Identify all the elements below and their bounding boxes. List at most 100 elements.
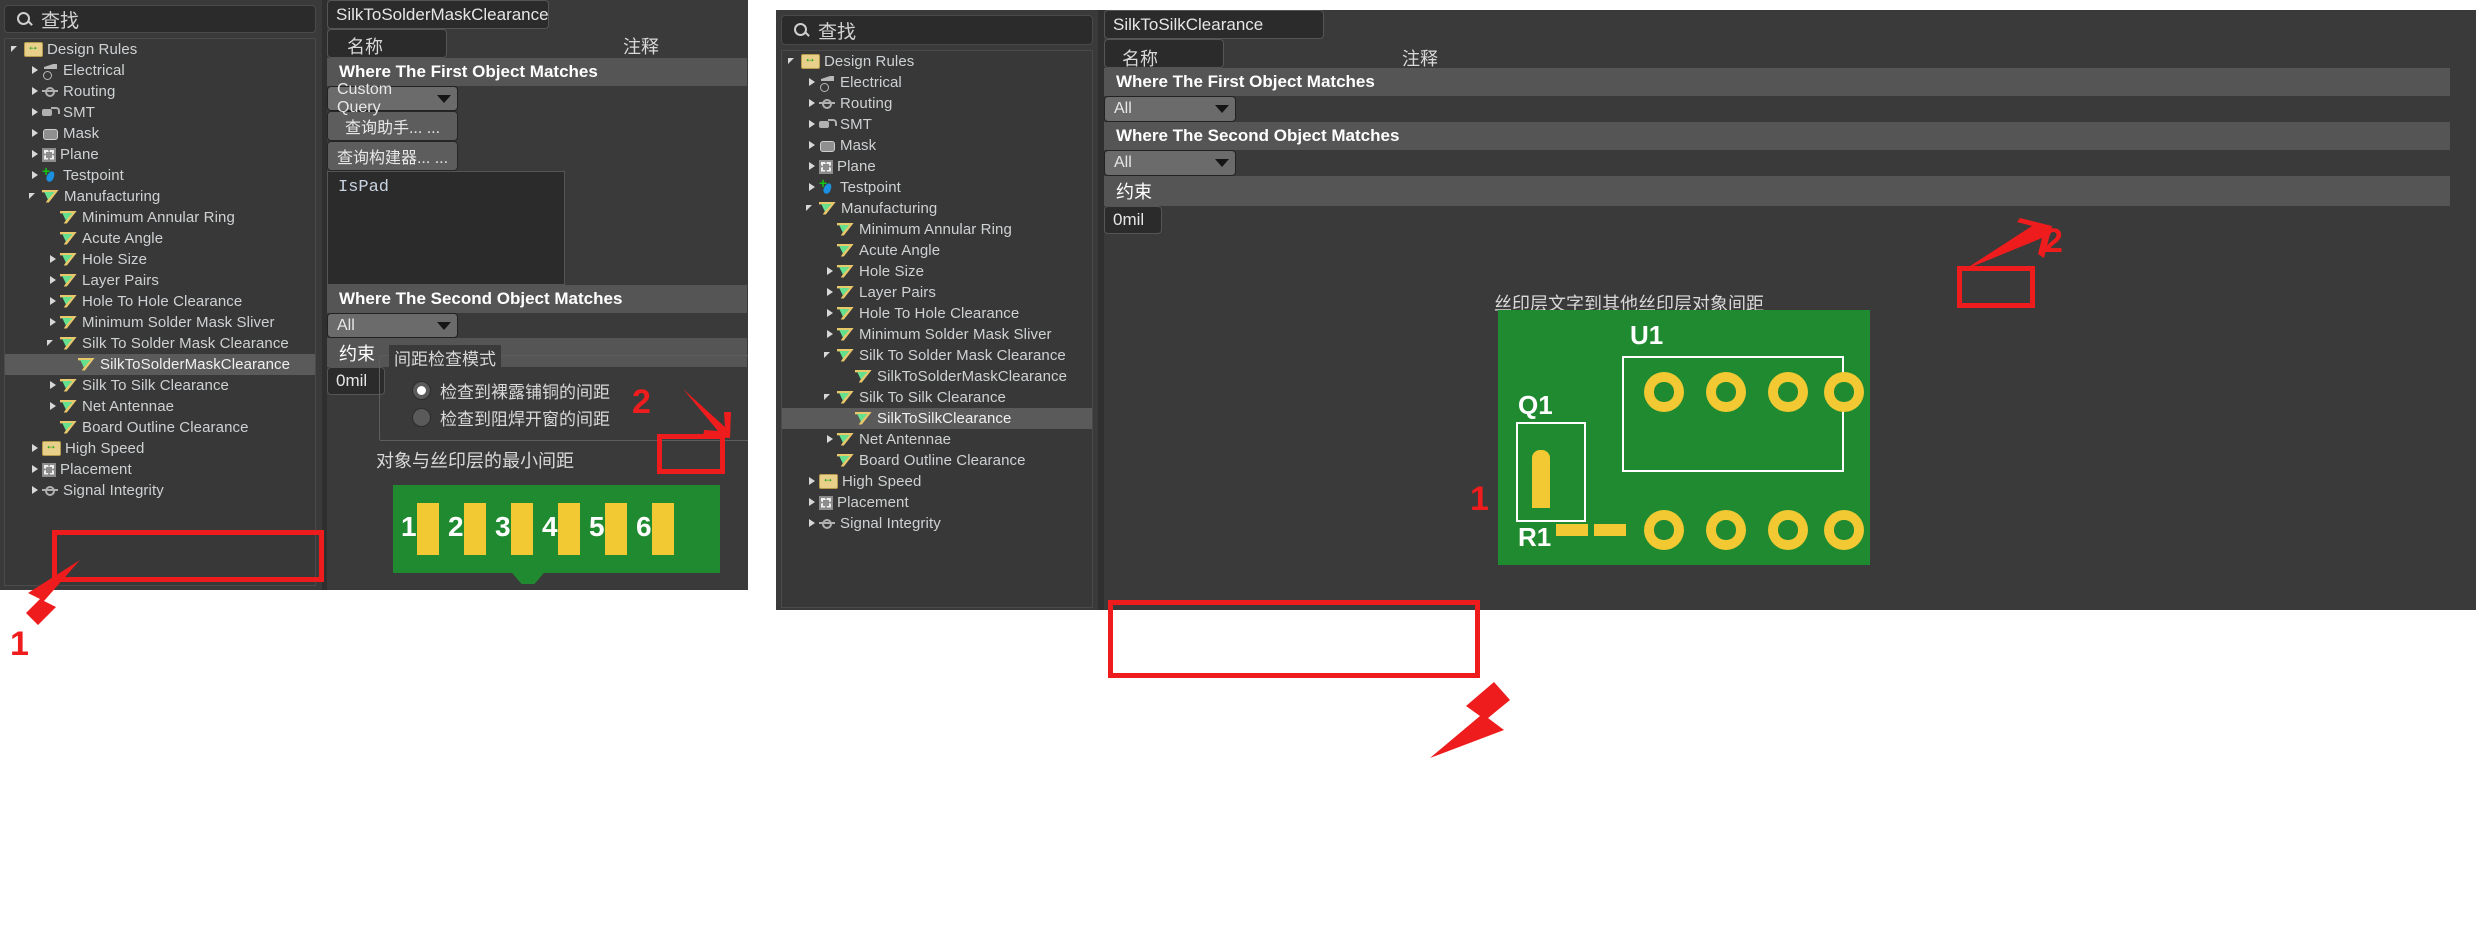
- second-object-scope-left[interactable]: All: [327, 313, 458, 338]
- expander-closed-icon[interactable]: [47, 401, 58, 412]
- expander-closed-icon[interactable]: [29, 86, 40, 97]
- expander-open-icon[interactable]: [824, 392, 835, 403]
- expander-closed-icon[interactable]: [806, 119, 817, 130]
- tree-item-hole-to-hole-clearance[interactable]: Hole To Hole Clearance: [782, 303, 1092, 324]
- tree-item-minimum-annular-ring[interactable]: Minimum Annular Ring: [782, 219, 1092, 240]
- tree-item-layer-pairs[interactable]: Layer Pairs: [5, 270, 315, 291]
- tree-item-routing[interactable]: Routing: [782, 93, 1092, 114]
- tree-item-silk-to-silk-clearance[interactable]: Silk To Silk Clearance: [5, 375, 315, 396]
- radio-row-mask-opening-left[interactable]: 检查到阻焊开窗的间距: [412, 405, 610, 430]
- tree-item-plane[interactable]: Plane: [5, 144, 315, 165]
- tree-item-electrical[interactable]: Electrical: [5, 60, 315, 81]
- tree-item-minimum-solder-mask-sliver[interactable]: Minimum Solder Mask Sliver: [782, 324, 1092, 345]
- expander-open-icon[interactable]: [29, 191, 40, 202]
- expander-closed-icon[interactable]: [806, 497, 817, 508]
- expander-closed-icon[interactable]: [806, 98, 817, 109]
- expander-closed-icon[interactable]: [806, 182, 817, 193]
- tree-item-high-speed[interactable]: High Speed: [782, 471, 1092, 492]
- tree-item-plane[interactable]: Plane: [782, 156, 1092, 177]
- tree-item-silk-to-solder-mask-clearance[interactable]: Silk To Solder Mask Clearance: [782, 345, 1092, 366]
- tree-item-manufacturing[interactable]: Manufacturing: [782, 198, 1092, 219]
- expander-closed-icon[interactable]: [29, 149, 40, 160]
- expander-open-icon[interactable]: [47, 338, 58, 349]
- tree-item-layer-pairs[interactable]: Layer Pairs: [782, 282, 1092, 303]
- rules-tree-right[interactable]: Design Rules Electrical Routing SMT Mask Plan…: [781, 50, 1093, 608]
- tree-item-smt[interactable]: SMT: [782, 114, 1092, 135]
- query-builder-button-left[interactable]: 查询构建器... ...: [327, 141, 458, 171]
- tree-item-electrical[interactable]: Electrical: [782, 72, 1092, 93]
- tree-item-silk-to-solder-mask-clearance[interactable]: Silk To Solder Mask Clearance: [5, 333, 315, 354]
- expander-closed-icon[interactable]: [29, 107, 40, 118]
- expander-closed-icon[interactable]: [806, 476, 817, 487]
- tree-item-silktosoldermaskclearance[interactable]: SilkToSolderMaskClearance: [5, 354, 315, 375]
- tree-item-manufacturing[interactable]: Manufacturing: [5, 186, 315, 207]
- search-input-left[interactable]: 查找: [4, 5, 316, 33]
- expander-open-icon[interactable]: [11, 44, 22, 55]
- comment-field-left[interactable]: [327, 29, 447, 58]
- expander-closed-icon[interactable]: [47, 254, 58, 265]
- expander-closed-icon[interactable]: [806, 161, 817, 172]
- radio-icon-mask-opening[interactable]: [412, 408, 431, 427]
- tree-item-minimum-solder-mask-sliver[interactable]: Minimum Solder Mask Sliver: [5, 312, 315, 333]
- expander-closed-icon[interactable]: [29, 464, 40, 475]
- tree-item-design-rules[interactable]: Design Rules: [5, 39, 315, 60]
- tree-item-testpoint[interactable]: Testpoint: [782, 175, 1092, 198]
- expander-closed-icon[interactable]: [29, 65, 40, 76]
- expander-closed-icon[interactable]: [47, 380, 58, 391]
- name-field-left[interactable]: SilkToSolderMaskClearance: [327, 0, 549, 29]
- expander-closed-icon[interactable]: [806, 518, 817, 529]
- tree-item-board-outline-clearance[interactable]: Board Outline Clearance: [5, 417, 315, 438]
- expander-closed-icon[interactable]: [29, 170, 40, 181]
- min-clearance-field-right[interactable]: 0mil: [1104, 206, 1162, 234]
- tree-item-silktosoldermaskclearance[interactable]: SilkToSolderMaskClearance: [782, 366, 1092, 387]
- tree-item-acute-angle[interactable]: Acute Angle: [782, 240, 1092, 261]
- expander-closed-icon[interactable]: [47, 296, 58, 307]
- tree-item-hole-size[interactable]: Hole Size: [5, 249, 315, 270]
- tree-item-mask[interactable]: Mask: [5, 123, 315, 144]
- expander-closed-icon[interactable]: [806, 77, 817, 88]
- tree-item-signal-integrity[interactable]: Signal Integrity: [782, 513, 1092, 534]
- tree-item-silk-to-silk-clearance[interactable]: Silk To Silk Clearance: [782, 387, 1092, 408]
- tree-item-board-outline-clearance[interactable]: Board Outline Clearance: [782, 450, 1092, 471]
- first-object-scope-right[interactable]: All: [1104, 96, 1236, 122]
- query-helper-button-left[interactable]: 查询助手... ...: [327, 111, 458, 141]
- tree-item-acute-angle[interactable]: Acute Angle: [5, 228, 315, 249]
- custom-query-text-left[interactable]: IsPad: [327, 171, 565, 285]
- min-clearance-field-left[interactable]: 0mil: [327, 367, 385, 395]
- second-object-scope-right[interactable]: All: [1104, 150, 1236, 176]
- tree-item-silktosilkclearance[interactable]: SilkToSilkClearance: [782, 408, 1092, 429]
- expander-closed-icon[interactable]: [824, 308, 835, 319]
- expander-closed-icon[interactable]: [824, 266, 835, 277]
- tree-item-routing[interactable]: Routing: [5, 81, 315, 102]
- rules-tree-left[interactable]: Design Rules Electrical Routing SMT Mask Plan…: [4, 38, 316, 586]
- tree-item-hole-to-hole-clearance[interactable]: Hole To Hole Clearance: [5, 291, 315, 312]
- tree-item-net-antennae[interactable]: Net Antennae: [782, 429, 1092, 450]
- expander-open-icon[interactable]: [806, 203, 817, 214]
- expander-closed-icon[interactable]: [29, 128, 40, 139]
- tree-item-minimum-annular-ring[interactable]: Minimum Annular Ring: [5, 207, 315, 228]
- tree-item-design-rules[interactable]: Design Rules: [782, 51, 1092, 72]
- tree-item-hole-size[interactable]: Hole Size: [782, 261, 1092, 282]
- expander-open-icon[interactable]: [824, 350, 835, 361]
- tree-item-testpoint[interactable]: Testpoint: [5, 163, 315, 186]
- tree-item-mask[interactable]: Mask: [782, 135, 1092, 156]
- expander-closed-icon[interactable]: [29, 443, 40, 454]
- expander-closed-icon[interactable]: [47, 275, 58, 286]
- tree-item-net-antennae[interactable]: Net Antennae: [5, 396, 315, 417]
- expander-closed-icon[interactable]: [824, 329, 835, 340]
- search-input-right[interactable]: 查找: [781, 15, 1093, 45]
- expander-closed-icon[interactable]: [824, 287, 835, 298]
- expander-closed-icon[interactable]: [806, 140, 817, 151]
- expander-open-icon[interactable]: [788, 56, 799, 67]
- expander-closed-icon[interactable]: [47, 317, 58, 328]
- tree-item-placement[interactable]: Placement: [782, 492, 1092, 513]
- first-object-scope-left[interactable]: Custom Query: [327, 81, 458, 116]
- tree-item-signal-integrity[interactable]: Signal Integrity: [5, 480, 315, 501]
- expander-closed-icon[interactable]: [824, 434, 835, 445]
- tree-item-smt[interactable]: SMT: [5, 102, 315, 123]
- radio-row-exposed-copper-left[interactable]: 检查到裸露铺铜的间距: [412, 378, 610, 403]
- tree-item-high-speed[interactable]: High Speed: [5, 438, 315, 459]
- radio-icon-exposed-copper[interactable]: [412, 381, 431, 400]
- name-field-right[interactable]: SilkToSilkClearance: [1104, 10, 1324, 39]
- tree-item-placement[interactable]: Placement: [5, 459, 315, 480]
